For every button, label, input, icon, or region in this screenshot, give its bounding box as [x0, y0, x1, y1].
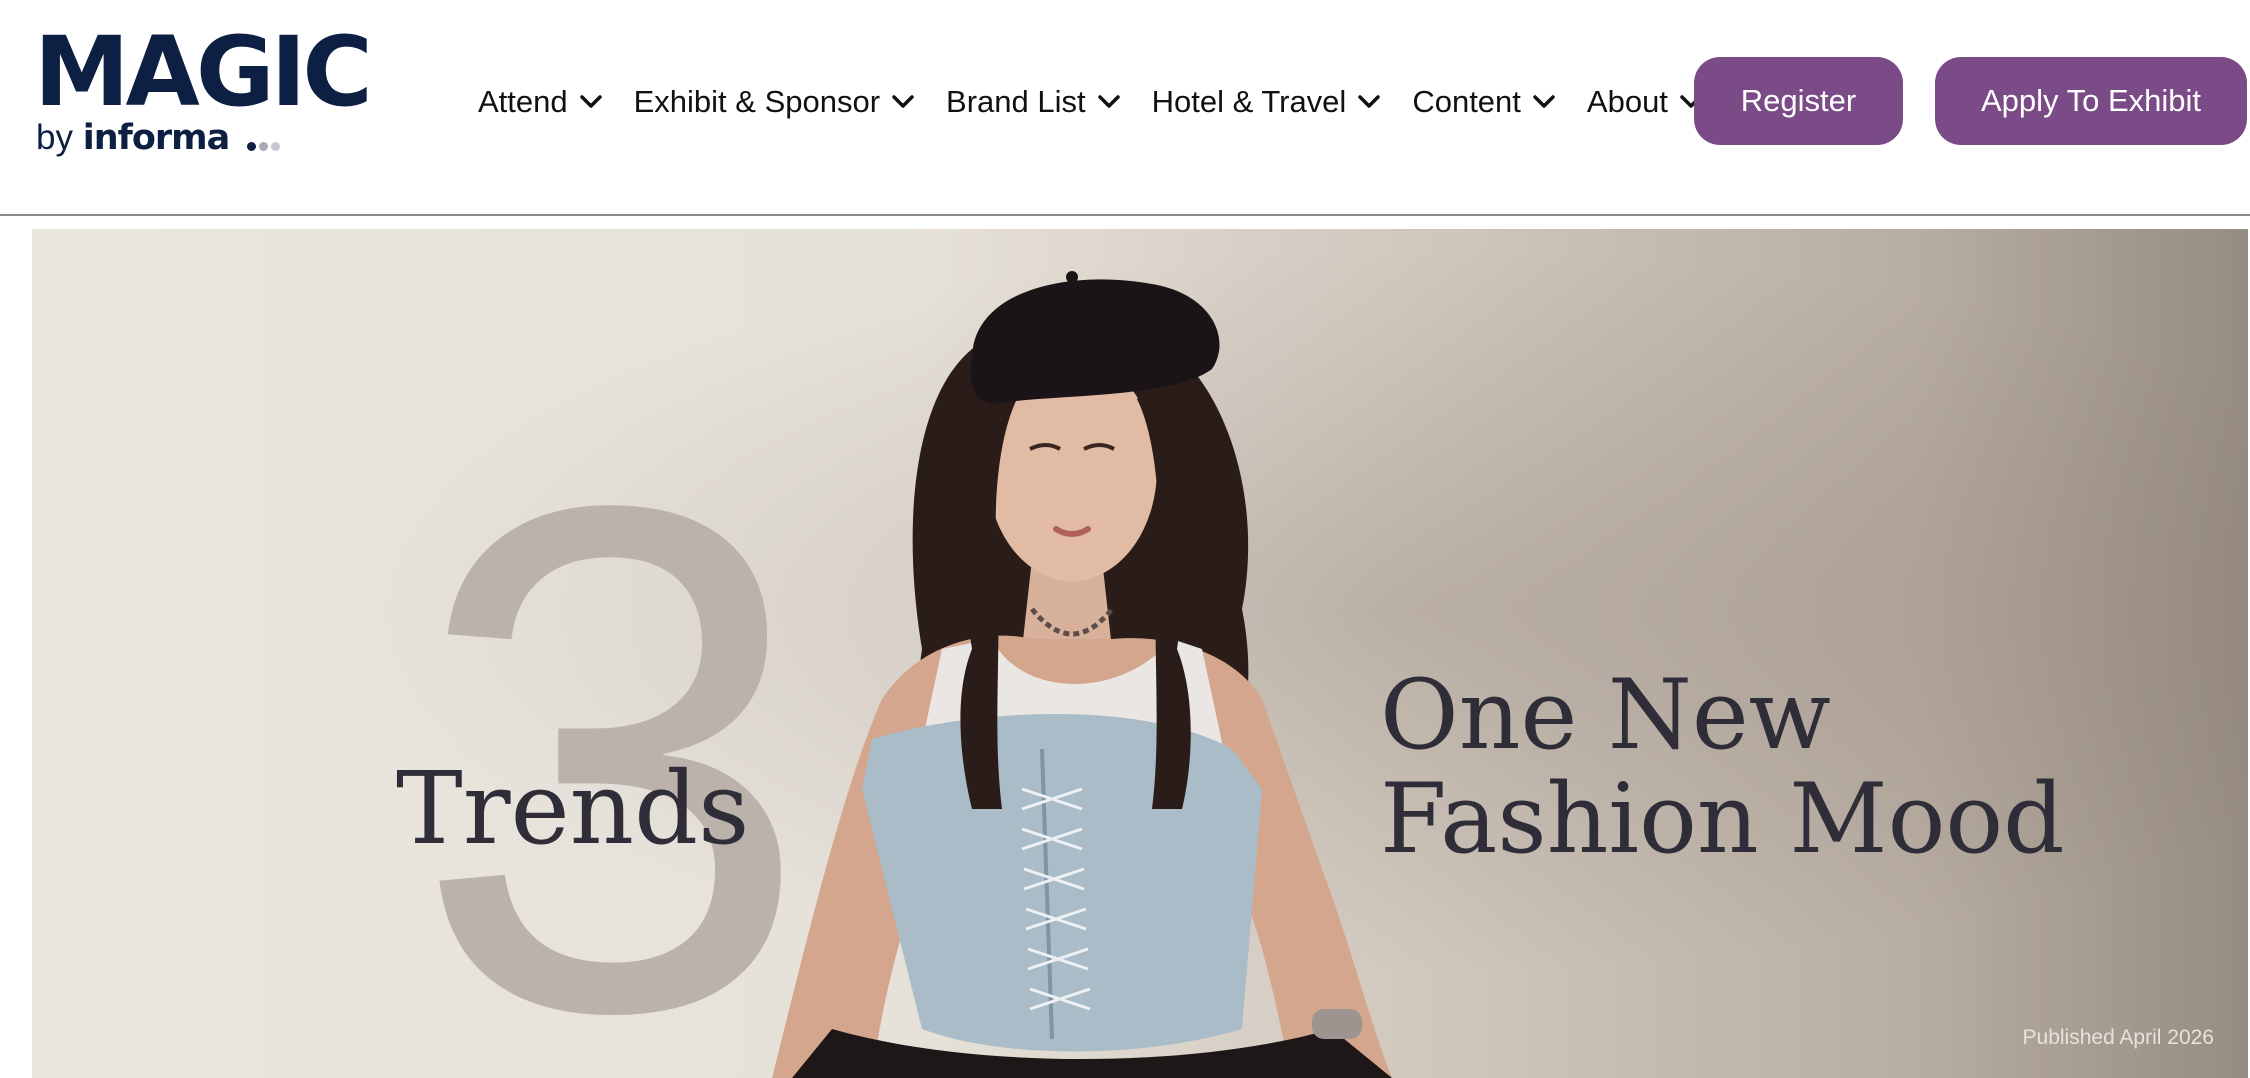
nav-item-label: Brand List	[946, 84, 1086, 119]
nav-item-brand-list[interactable]: Brand List	[946, 84, 1120, 120]
hero-headline-line-2: Fashion Mood	[1380, 762, 2065, 875]
chevron-down-icon	[579, 95, 602, 109]
nav-item-label: Attend	[478, 84, 568, 119]
hero-model-image	[772, 271, 1392, 1078]
logo-dots-icon	[246, 122, 283, 157]
nav-item-hotel-travel[interactable]: Hotel & Travel	[1152, 84, 1381, 120]
logo-by-text: by	[36, 118, 73, 157]
nav-item-content[interactable]: Content	[1412, 84, 1555, 120]
published-date: Published April 2026	[2022, 1026, 2214, 1049]
apply-to-exhibit-button[interactable]: Apply To Exhibit	[1935, 57, 2247, 145]
main-nav: Attend Exhibit & Sponsor Brand List Hote…	[478, 80, 1734, 124]
chevron-down-icon	[1097, 95, 1120, 109]
nav-item-label: Hotel & Travel	[1151, 84, 1347, 119]
header-divider	[0, 214, 2250, 216]
nav-item-label: Exhibit & Sponsor	[633, 84, 881, 119]
register-button[interactable]: Register	[1694, 57, 1903, 145]
logo-wordmark: MAGIC	[34, 16, 373, 128]
nav-item-exhibit-sponsor[interactable]: Exhibit & Sponsor	[634, 84, 914, 120]
chevron-down-icon	[1533, 95, 1555, 109]
nav-item-label: About	[1586, 84, 1668, 119]
nav-item-label: Content	[1412, 84, 1521, 119]
magic-logo[interactable]: MAGIC by informa	[34, 24, 373, 164]
site-header: MAGIC by informa Attend Exhibit & Sponso…	[0, 0, 2250, 214]
hero-headline: One New Fashion Mood	[1380, 659, 2065, 875]
hero-trends-text: Trends	[396, 750, 750, 867]
hero-headline-line-1: One New	[1380, 659, 1831, 771]
logo-informa-text: informa	[82, 118, 231, 158]
logo-byline: by informa	[36, 120, 283, 157]
chevron-down-icon	[1358, 95, 1381, 109]
nav-item-attend[interactable]: Attend	[478, 84, 602, 120]
hero-banner[interactable]: 3 Trends One New Fashion Mood Published …	[32, 229, 2248, 1078]
chevron-down-icon	[892, 95, 914, 109]
nav-item-about[interactable]: About	[1587, 84, 1702, 120]
